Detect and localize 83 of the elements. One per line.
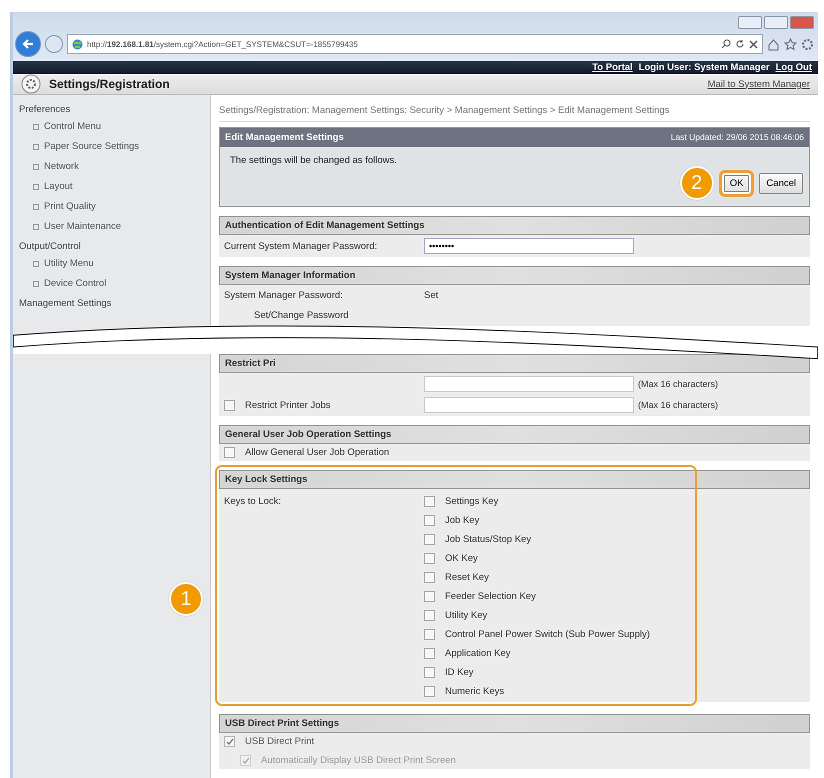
forward-button[interactable]	[45, 35, 63, 53]
checkbox[interactable]	[424, 534, 435, 545]
home-icon[interactable]	[767, 38, 780, 50]
checkbox[interactable]	[424, 610, 435, 621]
checkbox[interactable]	[424, 572, 435, 583]
text-field[interactable]	[424, 376, 634, 392]
section-header: System Manager Information	[219, 266, 810, 285]
search-icon[interactable]	[721, 39, 731, 49]
close-button[interactable]	[790, 16, 814, 29]
star-icon[interactable]	[784, 38, 797, 50]
checkbox-label: Control Panel Power Switch (Sub Power Supply)	[445, 629, 650, 640]
checkbox[interactable]	[224, 447, 235, 458]
top-link[interactable]: To Portal	[592, 62, 633, 73]
text-field[interactable]	[424, 397, 634, 413]
sidebar-group[interactable]: Output/Control	[19, 241, 204, 252]
field-label: Keys to Lock:	[224, 495, 282, 507]
checkbox-label: Settings Key	[445, 496, 498, 507]
panel-title: Edit Management Settings	[225, 132, 344, 143]
password-field[interactable]: ••••••••	[424, 238, 634, 254]
checkbox-label: Reset Key	[445, 572, 489, 583]
back-button[interactable]	[15, 31, 41, 57]
url-text: http://192.168.1.81/system.cgi?Action=GET_SYSTEM&CSUT=-1855799435	[87, 40, 359, 48]
checkbox-label: ID Key	[445, 667, 474, 678]
sidebar-item[interactable]: Network	[33, 161, 204, 172]
sidebar-group[interactable]: Management Settings	[19, 298, 204, 309]
sidebar-group[interactable]: Preferences	[19, 104, 204, 115]
field-label: System Manager Password:	[224, 290, 344, 301]
sidebar-item[interactable]: User Maintenance	[33, 221, 204, 232]
checkbox-label: USB Direct Print	[245, 736, 314, 747]
last-updated: Last Updated: 29/06 2015 08:46:06	[670, 132, 804, 143]
option-label: Set/Change Password	[254, 310, 350, 321]
settings-icon[interactable]	[801, 38, 814, 50]
checkbox-label: Restrict Printer Jobs	[245, 400, 331, 410]
section-header: USB Direct Print Settings	[219, 714, 810, 733]
checkbox[interactable]	[424, 515, 435, 526]
checkbox[interactable]	[424, 667, 435, 678]
checkbox[interactable]	[424, 591, 435, 602]
field-hint: (Max 16 characters)	[638, 379, 718, 389]
sidebar-item[interactable]: Paper Source Settings	[33, 141, 204, 152]
top-link[interactable]: Log Out	[776, 62, 812, 73]
checkbox-label: Application Key	[445, 648, 510, 659]
checkbox-label: Feeder Selection Key	[445, 591, 536, 602]
step-callout: 2	[680, 166, 714, 200]
back-arrow-icon	[22, 38, 34, 50]
section-header: Authentication of Edit Management Settings	[219, 216, 810, 235]
checkbox[interactable]	[424, 629, 435, 640]
sidebar-item[interactable]: Control Menu	[33, 121, 204, 132]
page-title: Settings/Registration	[49, 77, 171, 91]
checkbox[interactable]	[424, 553, 435, 564]
sidebar-item[interactable]: Print Quality	[33, 201, 204, 212]
checkbox[interactable]	[224, 736, 235, 747]
dialog-button[interactable]: Cancel	[759, 172, 803, 194]
mail-link[interactable]: Mail to System Manager	[708, 78, 810, 90]
field-hint: (Max 16 characters)	[638, 400, 718, 410]
checkbox-label: OK Key	[445, 553, 478, 564]
refresh-icon[interactable]	[735, 39, 745, 49]
checkbox[interactable]	[224, 400, 235, 410]
checkbox-label: Automatically Display USB Direct Print Screen	[261, 755, 456, 766]
checkbox-label: Job Status/Stop Key	[445, 534, 532, 545]
dialog-button[interactable]: OK	[718, 170, 754, 196]
minimize-button[interactable]	[738, 16, 762, 29]
panel-message: The settings will be changed as follows.	[229, 154, 398, 166]
section-header: Restrict Pri	[219, 354, 810, 373]
section-header: Key Lock Settings	[219, 470, 810, 489]
section-header: General User Job Operation Settings	[219, 425, 810, 444]
field-label: Current System Manager Password:	[224, 240, 378, 252]
sidebar-item[interactable]: Layout	[33, 181, 204, 192]
sidebar-item[interactable]: Device Control	[33, 278, 204, 289]
sidebar-item[interactable]: Utility Menu	[33, 258, 204, 269]
breadcrumb: Settings/Registration: Management Settings: Security > Management Settings > Edit Management Settings	[219, 95, 810, 122]
checkbox-label: Job Key	[445, 515, 480, 526]
checkbox-label: Numeric Keys	[445, 686, 504, 697]
checkbox-label: Utility Key	[445, 610, 488, 621]
address-bar[interactable]: http://192.168.1.81/system.cgi?Action=GET_SYSTEM&CSUT=-1855799435	[67, 34, 763, 54]
field-value: Set	[424, 290, 440, 301]
checkbox[interactable]	[424, 496, 435, 507]
login-user-text: Login User: System Manager	[638, 62, 770, 73]
checkbox[interactable]	[424, 648, 435, 659]
close-icon[interactable]	[749, 40, 758, 48]
checkbox[interactable]	[424, 686, 435, 697]
checkbox-label: Allow General User Job Operation	[245, 447, 390, 458]
maximize-button[interactable]	[764, 16, 788, 29]
site-icon	[72, 38, 83, 50]
